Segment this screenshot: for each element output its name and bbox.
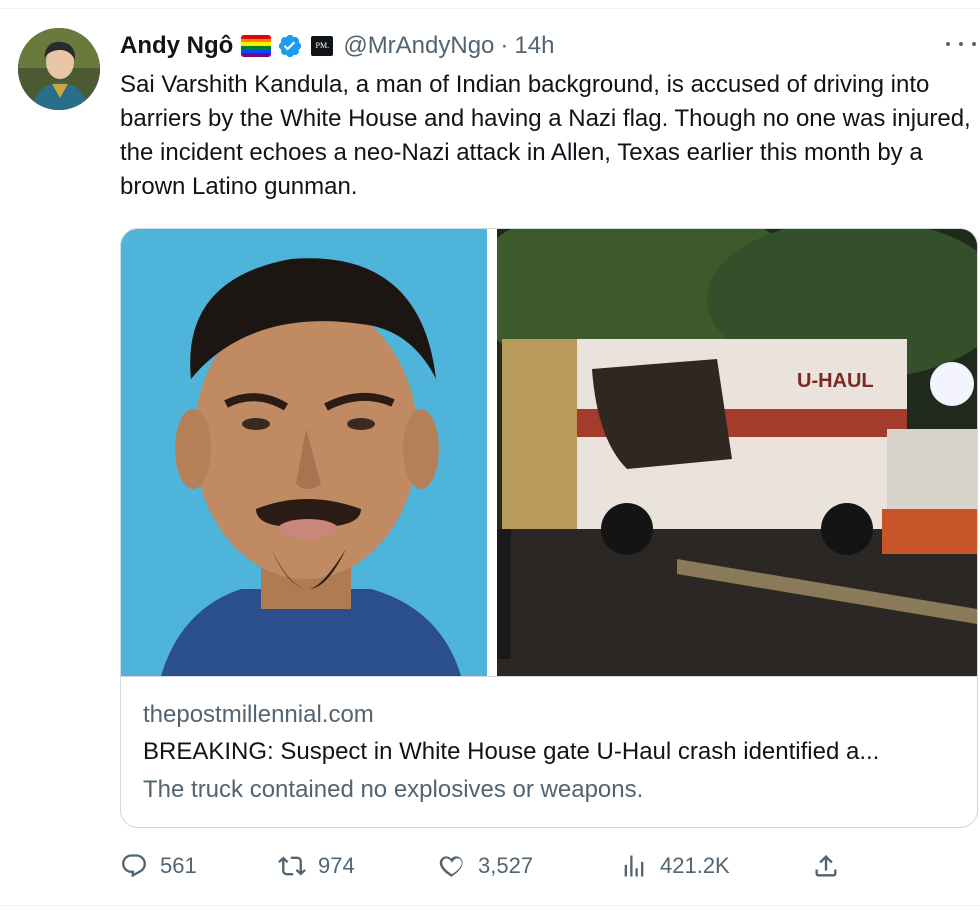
tweet-text: Sai Varshith Kandula, a man of Indian ba… [120, 71, 971, 200]
pride-flag-icon [241, 35, 272, 57]
author-avatar[interactable] [18, 28, 100, 110]
views-count: 421.2K [660, 853, 730, 878]
like-count: 3,527 [478, 853, 534, 878]
tweet-header: Andy Ngô PM. @MrAndyNgo · 14h [120, 26, 554, 66]
top-divider [0, 8, 980, 9]
card-divider [121, 676, 977, 677]
image-separator [487, 229, 497, 676]
retweet-button[interactable]: 974 [278, 846, 355, 886]
views-button[interactable]: 421.2K [620, 846, 730, 886]
author-handle[interactable]: @MrAndyNgo [343, 32, 494, 60]
card-title: BREAKING: Suspect in White House gate U-… [143, 738, 880, 765]
retweet-count: 974 [318, 853, 355, 878]
retweet-icon [278, 856, 306, 876]
author-name[interactable]: Andy Ngô [120, 32, 233, 60]
link-preview-card[interactable]: U-HAUL thepostmillennial.com BREAKING: S… [120, 228, 978, 828]
reply-count: 561 [160, 853, 197, 878]
share-button[interactable] [812, 846, 840, 886]
views-icon [624, 855, 644, 877]
tweet-action-bar: 561 974 3,527 421.2K [120, 846, 980, 886]
card-description: The truck contained no explosives or wea… [143, 776, 644, 803]
card-domain: thepostmillennial.com [143, 701, 374, 728]
reply-icon [122, 854, 146, 878]
avatar-illustration [18, 28, 100, 110]
more-options-icon[interactable] [946, 32, 976, 56]
truck-logo: U-HAUL [797, 370, 874, 392]
heart-icon [439, 856, 463, 878]
reply-button[interactable]: 561 [120, 846, 197, 886]
share-icon [815, 855, 837, 877]
tweet-timestamp[interactable]: 14h [514, 32, 554, 60]
suspect-photo [121, 229, 487, 676]
separator-dot: · [500, 32, 509, 59]
truck-photo: U-HAUL [497, 229, 977, 676]
affiliate-badge[interactable]: PM. [311, 36, 334, 56]
verified-badge-icon[interactable] [277, 33, 303, 59]
like-button[interactable]: 3,527 [438, 846, 533, 886]
bottom-divider [0, 905, 980, 906]
